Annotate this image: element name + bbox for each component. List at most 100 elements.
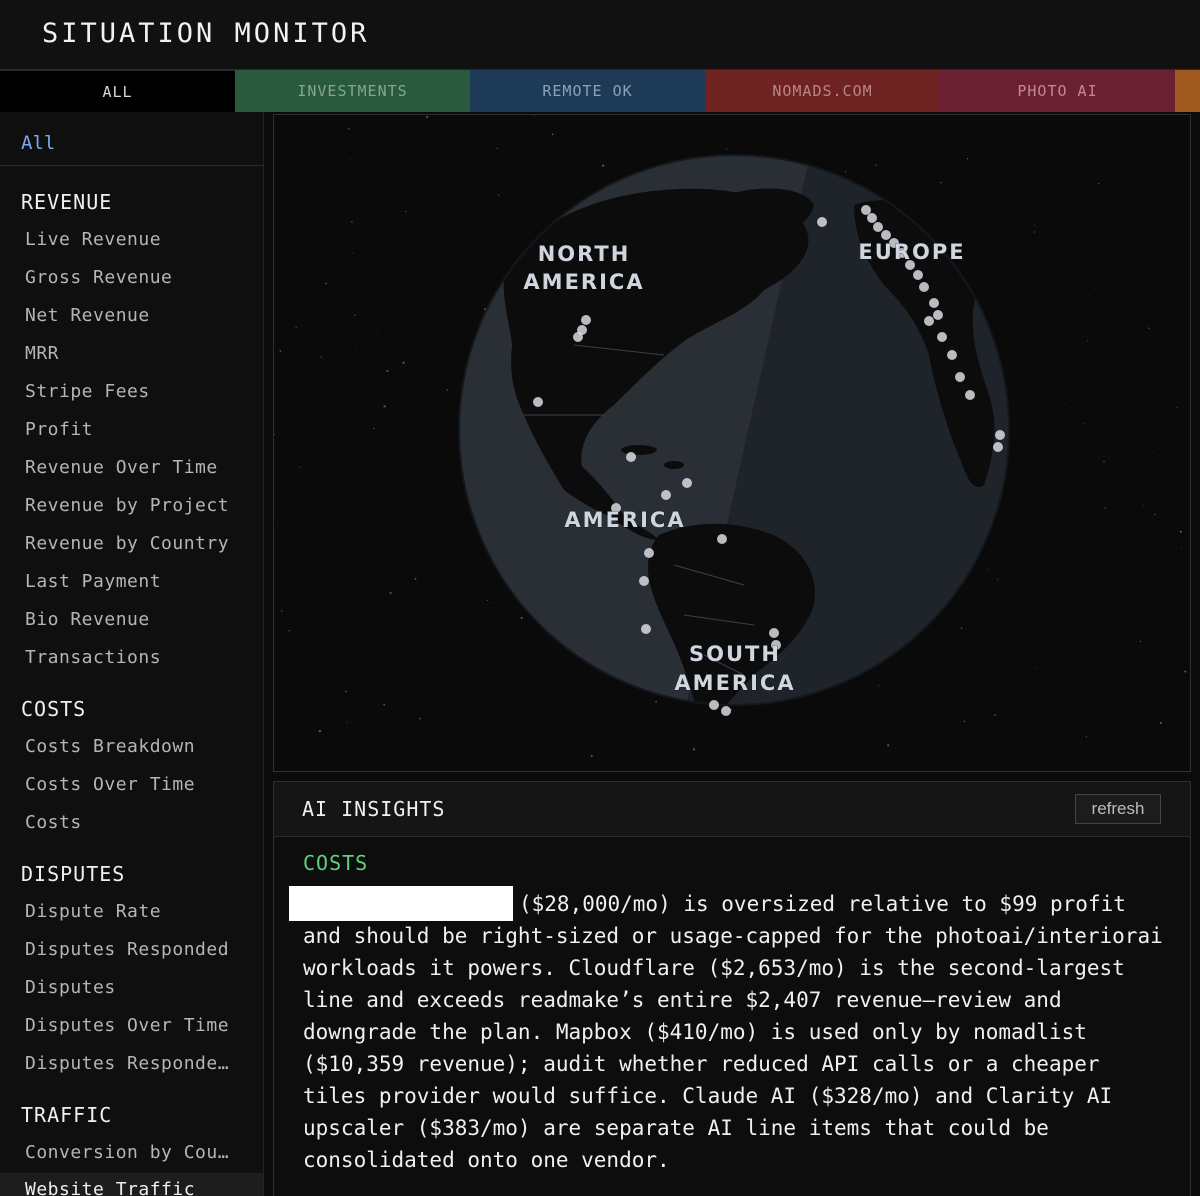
star — [325, 282, 327, 285]
sidebar-item-dispute-rate[interactable]: Dispute Rate — [25, 901, 161, 922]
star — [1034, 225, 1036, 226]
star — [1159, 721, 1163, 725]
sidebar-item-disputes-responded-2[interactable]: Disputes Responde… — [25, 1053, 229, 1074]
traffic-marker — [873, 222, 883, 232]
traffic-marker — [933, 310, 943, 320]
star — [490, 601, 492, 603]
sidebar-item-revenue-by-project[interactable]: Revenue by Project — [25, 495, 229, 516]
traffic-marker — [573, 332, 583, 342]
star — [446, 389, 449, 391]
star — [1097, 183, 1100, 185]
traffic-marker — [993, 442, 1003, 452]
sidebar: All REVENUE Live Revenue Gross Revenue N… — [0, 112, 264, 1196]
sidebar-item-bio-revenue[interactable]: Bio Revenue — [25, 609, 150, 630]
star — [988, 569, 989, 571]
traffic-marker — [955, 372, 965, 382]
star — [280, 610, 283, 612]
star — [1064, 404, 1066, 405]
star — [426, 115, 429, 118]
star — [277, 521, 278, 522]
traffic-marker — [881, 230, 891, 240]
star — [1148, 327, 1150, 329]
sidebar-item-costs-over-time[interactable]: Costs Over Time — [25, 774, 195, 795]
traffic-marker — [717, 534, 727, 544]
globe-map[interactable]: NORTH AMERICA EUROPE AMERICA SOUTH AMERI… — [274, 115, 1190, 771]
star — [354, 314, 356, 316]
star — [389, 591, 392, 594]
star — [274, 433, 275, 436]
star — [520, 616, 523, 619]
tab-remote-ok[interactable]: REMOTE OK — [470, 70, 705, 112]
traffic-marker — [639, 576, 649, 586]
traffic-marker — [947, 350, 957, 360]
star — [279, 350, 282, 352]
star — [486, 599, 488, 601]
sidebar-item-revenue-by-country[interactable]: Revenue by Country — [25, 533, 229, 554]
sidebar-item-profit[interactable]: Profit — [25, 419, 93, 440]
globe-map-panel[interactable]: NORTH AMERICA EUROPE AMERICA SOUTH AMERI… — [273, 114, 1191, 772]
star — [551, 133, 554, 136]
tab-all[interactable]: ALL — [0, 70, 235, 112]
star — [405, 210, 407, 213]
traffic-marker — [682, 478, 692, 488]
star — [655, 700, 657, 703]
star — [383, 703, 386, 706]
star — [376, 329, 378, 331]
star — [288, 630, 290, 632]
star — [533, 115, 535, 116]
star — [419, 717, 421, 720]
star — [349, 159, 351, 161]
sidebar-item-transactions[interactable]: Transactions — [25, 647, 161, 668]
star — [1087, 340, 1089, 342]
star — [1034, 667, 1036, 669]
sidebar-item-mrr[interactable]: MRR — [25, 343, 59, 364]
sidebar-item-all[interactable]: All — [21, 132, 55, 154]
star — [398, 222, 400, 224]
label-north: NORTH — [538, 242, 631, 266]
sidebar-item-website-traffic[interactable]: Website Traffic — [0, 1173, 263, 1196]
sidebar-item-conversion-by-country[interactable]: Conversion by Cou… — [25, 1142, 229, 1163]
tab-nomads[interactable]: NOMADS.COM — [705, 70, 940, 112]
sidebar-item-gross-revenue[interactable]: Gross Revenue — [25, 267, 172, 288]
sidebar-item-costs-breakdown[interactable]: Costs Breakdown — [25, 736, 195, 757]
sidebar-item-net-revenue[interactable]: Net Revenue — [25, 305, 150, 326]
tab-overflow[interactable] — [1175, 70, 1200, 112]
star — [1139, 640, 1142, 643]
label-north-america: AMERICA — [523, 270, 644, 294]
sidebar-item-costs[interactable]: Costs — [25, 812, 82, 833]
traffic-marker — [929, 298, 939, 308]
label-south-america: AMERICA — [674, 671, 795, 695]
traffic-marker — [721, 706, 731, 716]
sidebar-item-last-payment[interactable]: Last Payment — [25, 571, 161, 592]
star — [355, 345, 357, 347]
star — [348, 128, 350, 130]
star — [692, 748, 695, 751]
star — [576, 132, 578, 134]
sidebar-item-revenue-over-time[interactable]: Revenue Over Time — [25, 457, 218, 478]
tab-photo-ai[interactable]: PHOTO AI — [940, 70, 1175, 112]
traffic-marker — [995, 430, 1005, 440]
sidebar-item-stripe-fees[interactable]: Stripe Fees — [25, 381, 150, 402]
star — [1085, 736, 1088, 738]
star — [940, 181, 942, 184]
sidebar-item-live-revenue[interactable]: Live Revenue — [25, 229, 161, 250]
traffic-marker — [661, 490, 671, 500]
star — [1083, 423, 1085, 425]
traffic-marker — [924, 316, 934, 326]
traffic-marker — [581, 315, 591, 325]
traffic-marker — [817, 217, 827, 227]
traffic-marker — [769, 628, 779, 638]
star — [318, 729, 322, 733]
sidebar-item-disputes[interactable]: Disputes — [25, 977, 116, 998]
label-central-america: AMERICA — [564, 508, 685, 532]
star — [887, 744, 890, 747]
star — [1142, 505, 1144, 507]
star — [725, 148, 728, 150]
traffic-marker — [919, 282, 929, 292]
star — [299, 466, 302, 468]
star — [590, 755, 593, 758]
sidebar-item-disputes-over-time[interactable]: Disputes Over Time — [25, 1015, 229, 1036]
tab-investments[interactable]: INVESTMENTS — [235, 70, 470, 112]
refresh-button[interactable]: refresh — [1075, 794, 1161, 824]
sidebar-item-disputes-responded[interactable]: Disputes Responded — [25, 939, 229, 960]
